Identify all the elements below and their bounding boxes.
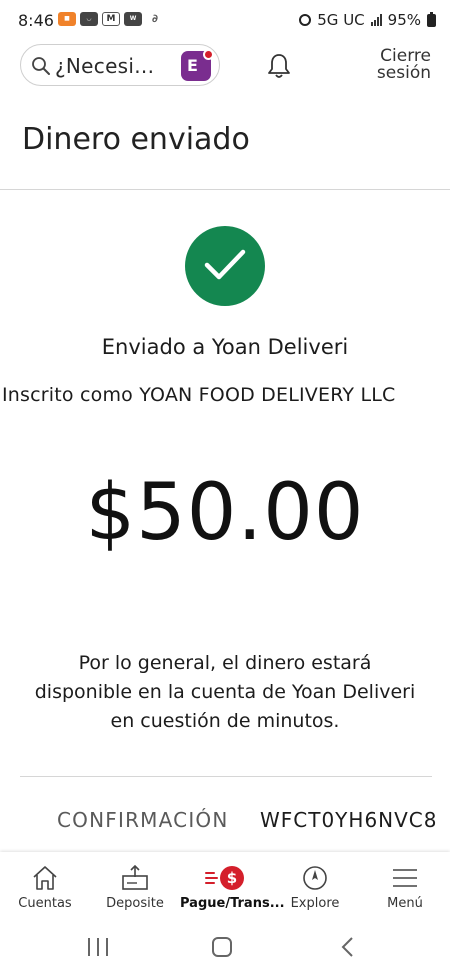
- status-indicators: 5G UC 95%: [299, 11, 436, 29]
- tab-explore[interactable]: Explore: [270, 864, 360, 911]
- status-time: 8:46: [18, 11, 54, 30]
- availability-info: Por lo general, el dinero estará disponi…: [34, 652, 416, 732]
- success-check-icon: [185, 226, 265, 306]
- tab-label: Pague/Trans...: [180, 896, 285, 911]
- tab-label: Cuentas: [18, 896, 72, 911]
- checkmark-icon: [204, 249, 246, 280]
- home-button[interactable]: [212, 937, 232, 957]
- menu-icon: [393, 869, 417, 887]
- search-input[interactable]: ¿Necesi...: [55, 54, 154, 78]
- assistant-icon[interactable]: E: [181, 49, 214, 81]
- network-type: 5G UC: [317, 11, 365, 29]
- compass-icon: [303, 866, 327, 890]
- confirmation-number: WFCT0YH6NVC8: [260, 808, 438, 832]
- app-notification-icon: W: [124, 12, 142, 26]
- app-notification-icon: ◡: [80, 12, 98, 26]
- divider: [0, 189, 450, 190]
- notification-icons: ■ ◡ M W ∂: [58, 12, 164, 26]
- tab-deposite[interactable]: Deposite: [90, 864, 180, 911]
- alarm-icon: [299, 14, 312, 26]
- amount-sent: $50.00: [85, 468, 365, 558]
- tab-menu[interactable]: Menú: [360, 864, 450, 911]
- notification-dot: [203, 49, 214, 60]
- app-notification-icon: ∂: [152, 12, 158, 25]
- tab-label: Deposite: [106, 896, 164, 911]
- signout-label-line2: sesión: [376, 63, 431, 83]
- registered-as: Inscrito como YOAN FOOD DELIVERY LLC: [2, 384, 396, 406]
- system-nav-bar: [0, 922, 450, 976]
- search-assistant-bar[interactable]: ¿Necesi... E: [20, 44, 220, 86]
- status-bar: 8:46 ■ ◡ M W ∂ 5G UC 95%: [0, 0, 450, 40]
- home-icon: [33, 866, 57, 890]
- tab-label: Menú: [387, 896, 423, 911]
- tab-label: Explore: [290, 896, 340, 911]
- back-button[interactable]: [340, 936, 354, 958]
- tab-pague-transfiera[interactable]: $ Pague/Trans...: [180, 864, 285, 911]
- signout-button[interactable]: Cierre sesión: [377, 48, 431, 82]
- app-header: ¿Necesi... E Cierre sesión: [0, 44, 450, 88]
- search-icon: [32, 57, 50, 75]
- page-title: Dinero enviado: [22, 122, 250, 157]
- tab-cuentas[interactable]: Cuentas: [0, 864, 90, 911]
- battery-icon: [427, 11, 436, 27]
- assistant-glyph-icon: E: [187, 56, 198, 75]
- app-notification-icon: ■: [58, 12, 76, 26]
- confirmation-label: CONFIRMACIÓN: [57, 808, 229, 832]
- bell-icon[interactable]: [266, 52, 292, 80]
- deposit-icon: [122, 864, 148, 890]
- bottom-tab-bar: Cuentas Deposite $ Pague/Trans... Explor…: [0, 852, 450, 922]
- divider: [20, 776, 432, 777]
- recent-apps-button[interactable]: [88, 938, 108, 956]
- mail-notification-icon: M: [102, 12, 120, 26]
- signal-icon: [370, 14, 382, 26]
- battery-percent: 95%: [387, 11, 421, 29]
- recipient-line: Enviado a Yoan Deliveri: [101, 335, 349, 359]
- pay-transfer-icon: $: [205, 864, 245, 892]
